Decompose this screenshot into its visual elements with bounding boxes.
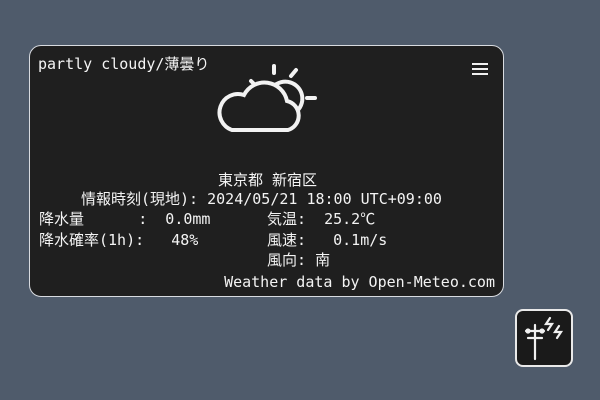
temperature-row: 気温: 25.2℃ bbox=[267, 209, 375, 229]
info-time-value: 2024/05/21 18:00 UTC+09:00 bbox=[207, 190, 442, 208]
partly-cloudy-icon bbox=[217, 64, 317, 132]
location-label: 東京都 新宿区 bbox=[217, 171, 318, 189]
menu-icon-line bbox=[472, 63, 488, 65]
precipitation-probability-value: 48% bbox=[171, 231, 199, 249]
precipitation-probability-label: 降水確率(1h): bbox=[39, 231, 145, 249]
precipitation-probability-row: 降水確率(1h): 48% bbox=[39, 230, 198, 250]
temperature-value: 25.2℃ bbox=[324, 210, 376, 228]
weather-condition-text: partly cloudy/薄曇り bbox=[38, 55, 210, 73]
desktop-background: partly cloudy/薄曇り 東京都 新宿区 情報時刻(現地): 2024… bbox=[0, 0, 600, 400]
rain-separator: : bbox=[138, 210, 148, 228]
info-time-row: 情報時刻(現地): 2024/05/21 18:00 UTC+09:00 bbox=[81, 189, 442, 209]
menu-icon-line bbox=[472, 73, 488, 75]
power-pole-lightning-button[interactable] bbox=[515, 309, 573, 367]
wind-speed-row: 風速: 0.1m/s bbox=[267, 230, 387, 250]
temperature-label: 気温: bbox=[267, 210, 307, 228]
rain-value: 0.0mm bbox=[165, 210, 211, 228]
wind-speed-label: 風速: bbox=[267, 231, 307, 249]
menu-icon-line bbox=[472, 68, 488, 70]
rain-label: 降水量 bbox=[39, 210, 85, 228]
weather-card: partly cloudy/薄曇り 東京都 新宿区 情報時刻(現地): 2024… bbox=[29, 45, 504, 297]
rain-row: 降水量 : 0.0mm bbox=[39, 209, 210, 229]
wind-direction-value: 南 bbox=[315, 251, 331, 269]
wind-direction-label: 風向: bbox=[267, 251, 307, 269]
info-time-label: 情報時刻(現地): bbox=[81, 190, 199, 208]
wind-direction-row: 風向: 南 bbox=[267, 250, 330, 270]
menu-button[interactable] bbox=[469, 59, 491, 79]
weather-data-credit: Weather data by Open-Meteo.com bbox=[224, 273, 495, 291]
wind-speed-value: 0.1m/s bbox=[333, 231, 388, 249]
power-pole-lightning-icon bbox=[524, 316, 564, 361]
